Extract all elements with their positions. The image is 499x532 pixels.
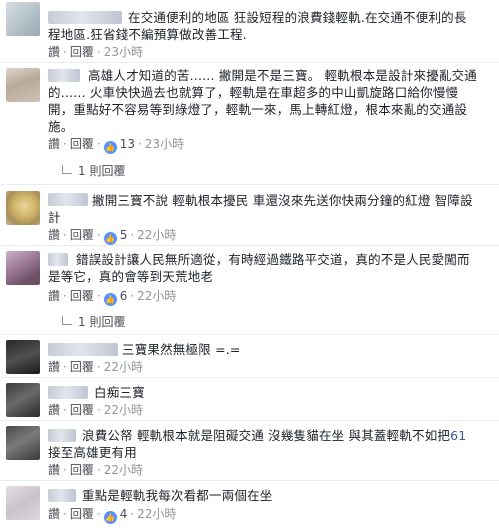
thumbs-up-icon: 👍: [103, 293, 117, 306]
avatar[interactable]: [6, 340, 40, 374]
timestamp[interactable]: 22小時: [137, 506, 176, 522]
like-count[interactable]: 4: [120, 506, 128, 522]
comment-actions: 讚 · 回覆 · 👍 6 · 22小時: [48, 288, 177, 306]
timestamp[interactable]: 22小時: [137, 288, 176, 304]
like-button[interactable]: 讚: [48, 44, 60, 60]
comment-actions: 讚 · 回覆 · 👍 5 · 22小時: [48, 227, 177, 245]
avatar[interactable]: [6, 191, 40, 225]
divider: [0, 245, 499, 246]
view-replies-link[interactable]: 1 則回覆: [62, 163, 125, 179]
comment-text: 高雄人才知道的苦...... 撇開是不是三寶。 輕軌根本是設計來擾亂交通的...…: [48, 68, 477, 134]
comment-text-part: 接至高雄更有用: [48, 445, 137, 460]
timestamp[interactable]: 22小時: [137, 227, 176, 243]
reply-button[interactable]: 回覆: [70, 359, 94, 375]
reply-button[interactable]: 回覆: [70, 136, 94, 152]
like-button[interactable]: 讚: [48, 359, 60, 375]
like-button[interactable]: 讚: [48, 402, 60, 418]
timestamp[interactable]: 22小時: [104, 359, 143, 375]
like-count[interactable]: 6: [120, 288, 128, 304]
divider: [0, 480, 499, 481]
like-button[interactable]: 讚: [48, 288, 60, 304]
avatar[interactable]: [6, 426, 40, 460]
comment-text: 浪費公帑 輕軌根本就是阻礙交通 沒幾隻貓在坐 與其蓋輕軌不如把61 接至高雄更有用: [48, 427, 478, 461]
timestamp[interactable]: 22小時: [104, 402, 143, 418]
comment-text: 在交通便利的地區 狂設短程的浪費錢輕軌.在交通不便利的長程地區.狂省錢不編預算做…: [48, 10, 467, 42]
comment-actions: 讚 · 回覆 · 22小時: [48, 402, 143, 418]
reply-button[interactable]: 回覆: [70, 227, 94, 243]
divider: [0, 377, 499, 378]
avatar[interactable]: [6, 383, 40, 417]
comment-text: 重點是輕軌我每次看都一兩個在坐: [82, 488, 273, 503]
divider: [0, 334, 499, 335]
reply-button[interactable]: 回覆: [70, 402, 94, 418]
thumbs-up-icon: 👍: [103, 141, 117, 154]
timestamp[interactable]: 23小時: [104, 44, 143, 60]
comment-text: 三寶果然無極限 =.=: [122, 342, 241, 357]
comment-actions: 讚 · 回覆 · 23小時: [48, 44, 143, 60]
reply-button[interactable]: 回覆: [70, 288, 94, 304]
comment-actions: 讚 · 回覆 · 22小時: [48, 359, 143, 375]
like-button[interactable]: 讚: [48, 136, 60, 152]
view-replies-link[interactable]: 1 則回覆: [62, 314, 125, 330]
reply-button[interactable]: 回覆: [70, 44, 94, 60]
timestamp[interactable]: 22小時: [104, 462, 143, 478]
like-button[interactable]: 讚: [48, 462, 60, 478]
like-count[interactable]: 13: [120, 136, 135, 152]
reply-count[interactable]: 1 則回覆: [78, 315, 125, 329]
divider: [0, 184, 499, 185]
comment-text: 撇開三寶不說 輕軌根本擾民 車還沒來先送你快兩分鐘的紅燈 智障設計: [48, 193, 473, 225]
comment-actions: 讚 · 回覆 · 👍 4 · 22小時: [48, 506, 177, 524]
avatar[interactable]: [6, 2, 40, 36]
comment-text: 白痴三寶: [94, 385, 145, 400]
reply-button[interactable]: 回覆: [70, 506, 94, 522]
thumbs-up-icon: 👍: [103, 232, 117, 245]
comment-text-part: 浪費公帑 輕軌根本就是阻礙交通 沒幾隻貓在坐 與其蓋輕軌不如把: [82, 428, 451, 443]
like-button[interactable]: 讚: [48, 506, 60, 522]
divider: [0, 62, 499, 63]
like-button[interactable]: 讚: [48, 227, 60, 243]
reply-arrow-icon: [62, 165, 72, 174]
highway-number-link[interactable]: 61: [450, 428, 466, 443]
avatar[interactable]: [6, 251, 40, 285]
comment-actions: 讚 · 回覆 · 22小時: [48, 462, 143, 478]
thumbs-up-icon: 👍: [103, 511, 117, 524]
timestamp[interactable]: 23小時: [145, 136, 184, 152]
divider: [0, 420, 499, 421]
comment-text: 錯誤設計讓人民無所適從，有時經過鐵路平交道，真的不是人民愛闖而是等它，真的會等到…: [48, 252, 470, 284]
avatar[interactable]: [6, 486, 40, 520]
like-count[interactable]: 5: [120, 227, 128, 243]
reply-count[interactable]: 1 則回覆: [78, 164, 125, 178]
reply-arrow-icon: [62, 316, 72, 325]
avatar[interactable]: [6, 68, 40, 102]
reply-button[interactable]: 回覆: [70, 462, 94, 478]
comment-actions: 讚 · 回覆 · 👍 13 · 23小時: [48, 136, 185, 154]
